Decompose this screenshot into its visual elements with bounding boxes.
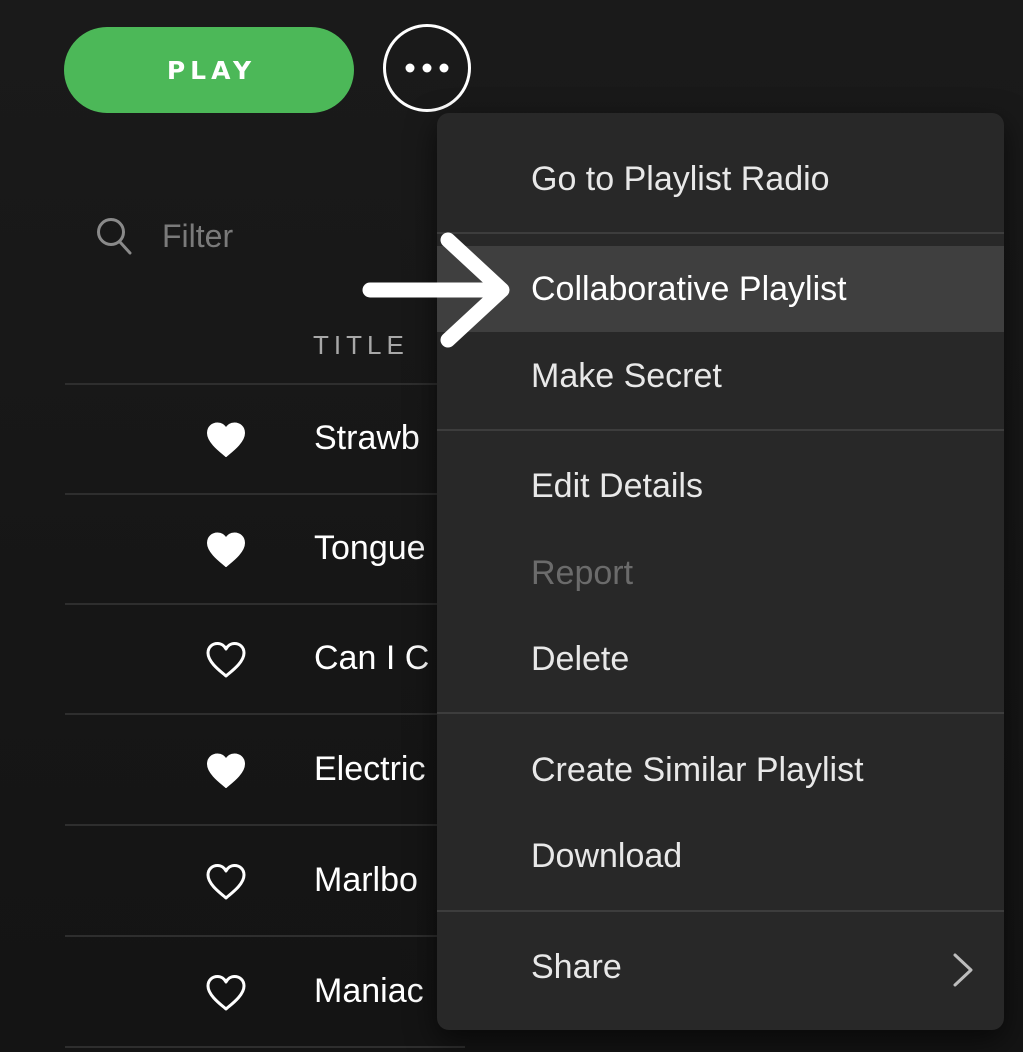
- more-horizontal-icon: [405, 63, 449, 73]
- heart-filled-icon[interactable]: [205, 752, 247, 790]
- track-row[interactable]: Electric: [65, 716, 465, 826]
- menu-divider: [437, 429, 1004, 431]
- menu-item-label: Edit Details: [531, 466, 703, 505]
- track-title: Tongue: [314, 529, 426, 567]
- menu-item-edit-details[interactable]: Edit Details: [437, 443, 1004, 529]
- play-button-label: PLAY: [166, 55, 257, 85]
- heart-filled-icon[interactable]: [205, 531, 247, 569]
- heart-outline-icon[interactable]: [205, 641, 247, 679]
- track-title: Maniac: [314, 972, 424, 1010]
- playlist-page: PLAY TITLE StrawbTongueCan I CElectricMa…: [0, 0, 1023, 1052]
- heart-filled-icon[interactable]: [205, 421, 247, 459]
- track-title: Can I C: [314, 639, 430, 677]
- track-row[interactable]: Marlbo: [65, 827, 465, 937]
- menu-item-download[interactable]: Download: [437, 813, 1004, 899]
- track-row[interactable]: Maniac: [65, 938, 465, 1048]
- menu-item-label: Share: [531, 947, 622, 986]
- track-row[interactable]: Strawb: [65, 385, 465, 495]
- menu-divider: [437, 232, 1004, 234]
- menu-item-label: Download: [531, 836, 683, 875]
- more-options-button[interactable]: [383, 24, 471, 112]
- menu-item-label: Go to Playlist Radio: [531, 159, 830, 198]
- menu-item-make-secret[interactable]: Make Secret: [437, 333, 1004, 419]
- track-title: Marlbo: [314, 861, 418, 899]
- menu-item-share[interactable]: Share: [437, 924, 1004, 1010]
- playlist-context-menu: Go to Playlist Radio Collaborative Playli…: [437, 113, 1004, 1030]
- chevron-right-icon: [953, 953, 973, 987]
- track-title: Strawb: [314, 419, 420, 457]
- menu-item-label: Make Secret: [531, 356, 722, 395]
- menu-divider: [437, 910, 1004, 912]
- menu-item-label: Collaborative Playlist: [531, 269, 847, 308]
- play-button[interactable]: PLAY: [64, 27, 354, 113]
- search-icon: [97, 218, 132, 255]
- heart-outline-icon[interactable]: [205, 863, 247, 901]
- heart-outline-icon[interactable]: [205, 974, 247, 1012]
- track-title: Electric: [314, 750, 426, 788]
- menu-item-label: Delete: [531, 639, 630, 678]
- track-row[interactable]: Tongue: [65, 495, 465, 605]
- menu-item-label: Create Similar Playlist: [531, 750, 864, 789]
- menu-item-create-similar-playlist[interactable]: Create Similar Playlist: [437, 727, 1004, 813]
- menu-divider: [437, 712, 1004, 714]
- track-row[interactable]: Can I C: [65, 605, 465, 715]
- menu-item-collaborative-playlist[interactable]: Collaborative Playlist: [437, 246, 1004, 332]
- menu-item-report: Report: [437, 530, 1004, 616]
- menu-item-label: Report: [531, 553, 634, 592]
- menu-item-go-to-playlist-radio[interactable]: Go to Playlist Radio: [437, 136, 1004, 222]
- menu-item-delete[interactable]: Delete: [437, 616, 1004, 702]
- arrow-right-icon: [362, 232, 510, 348]
